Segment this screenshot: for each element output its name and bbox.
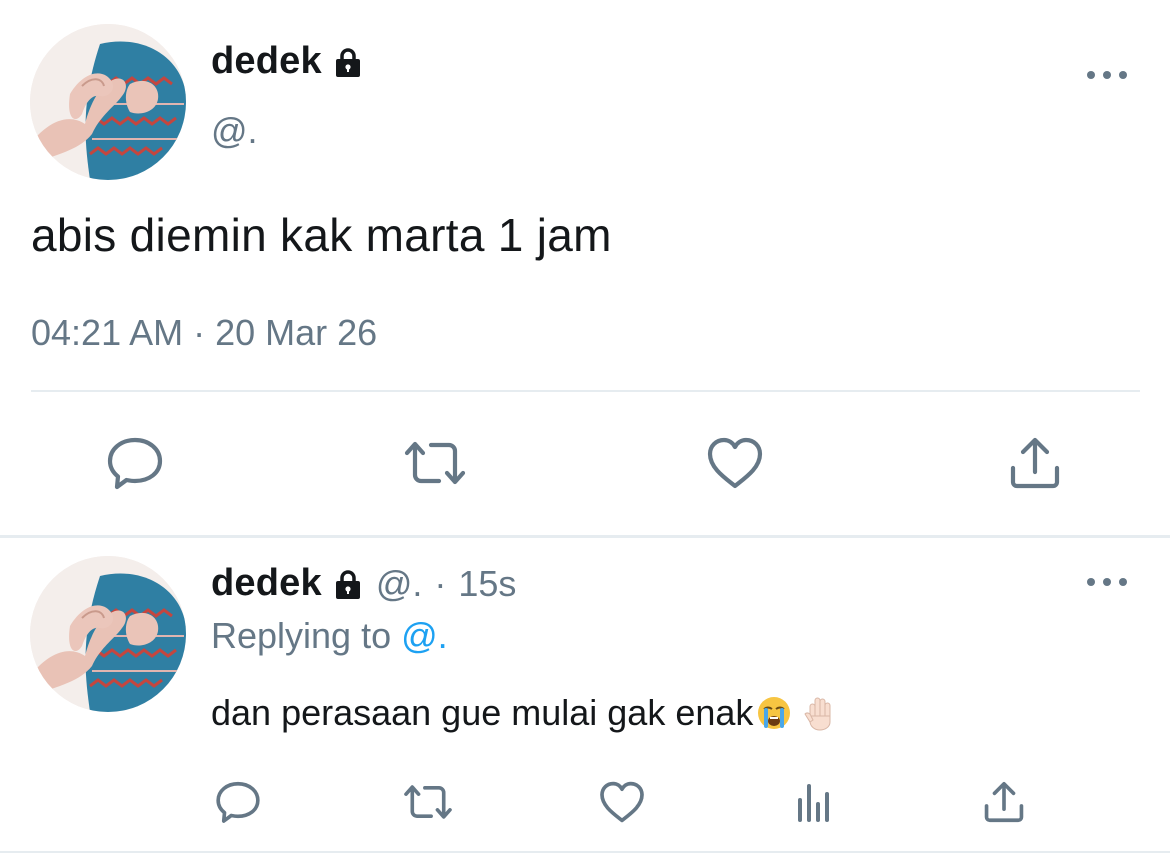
- like-icon: [600, 781, 644, 823]
- reply-button[interactable]: [100, 433, 170, 493]
- reply-display-name[interactable]: dedek: [211, 562, 322, 605]
- reply-text: dan perasaan gue mulai gak enak: [211, 692, 754, 733]
- reply-text-row: dan perasaan gue mulai gak enak: [211, 692, 839, 734]
- analytics-icon: [798, 784, 829, 822]
- retweet-button[interactable]: [398, 776, 458, 828]
- avatar-heart-hands-icon: [30, 24, 186, 180]
- reply-icon: [216, 781, 260, 823]
- lock-icon: [332, 568, 364, 600]
- share-icon: [1010, 437, 1060, 489]
- loudly-crying-face-icon: [755, 694, 793, 732]
- retweet-icon: [404, 441, 466, 485]
- avatar-heart-hands-icon: [30, 556, 186, 712]
- lock-icon: [332, 46, 364, 78]
- reply-author-row: dedek @. · 15s: [211, 562, 516, 605]
- more-options-icon[interactable]: [1087, 575, 1127, 589]
- avatar[interactable]: [30, 24, 186, 180]
- timestamp[interactable]: 04:21 AM · 20 Mar 26: [31, 312, 377, 354]
- author-name-row: dedek: [211, 40, 364, 83]
- replying-to: Replying to @.: [211, 615, 448, 657]
- share-icon: [984, 781, 1024, 823]
- share-button[interactable]: [1000, 433, 1070, 493]
- tweet-text: abis diemin kak marta 1 jam: [31, 209, 612, 261]
- reply-time[interactable]: 15s: [458, 563, 516, 605]
- display-name[interactable]: dedek: [211, 40, 322, 83]
- replying-to-mention[interactable]: @.: [401, 615, 448, 656]
- reply-handle[interactable]: @.: [376, 563, 423, 605]
- like-icon: [707, 437, 763, 489]
- handle[interactable]: @.: [211, 110, 258, 152]
- analytics-button[interactable]: [786, 776, 842, 828]
- meta-separator: ·: [434, 562, 447, 604]
- reply-avatar[interactable]: [30, 556, 186, 712]
- reply-button[interactable]: [210, 776, 266, 828]
- like-button[interactable]: [700, 433, 770, 493]
- retweet-icon: [404, 785, 452, 819]
- share-button[interactable]: [976, 776, 1032, 828]
- more-options-icon[interactable]: [1087, 68, 1127, 82]
- raised-hand-icon: [801, 694, 839, 732]
- replying-to-label: Replying to: [211, 615, 392, 656]
- divider: [31, 390, 1140, 392]
- retweet-button[interactable]: [400, 433, 470, 493]
- reply-icon: [107, 437, 163, 490]
- bottom-divider: [0, 851, 1170, 853]
- thread-divider: [0, 535, 1170, 538]
- like-button[interactable]: [594, 776, 650, 828]
